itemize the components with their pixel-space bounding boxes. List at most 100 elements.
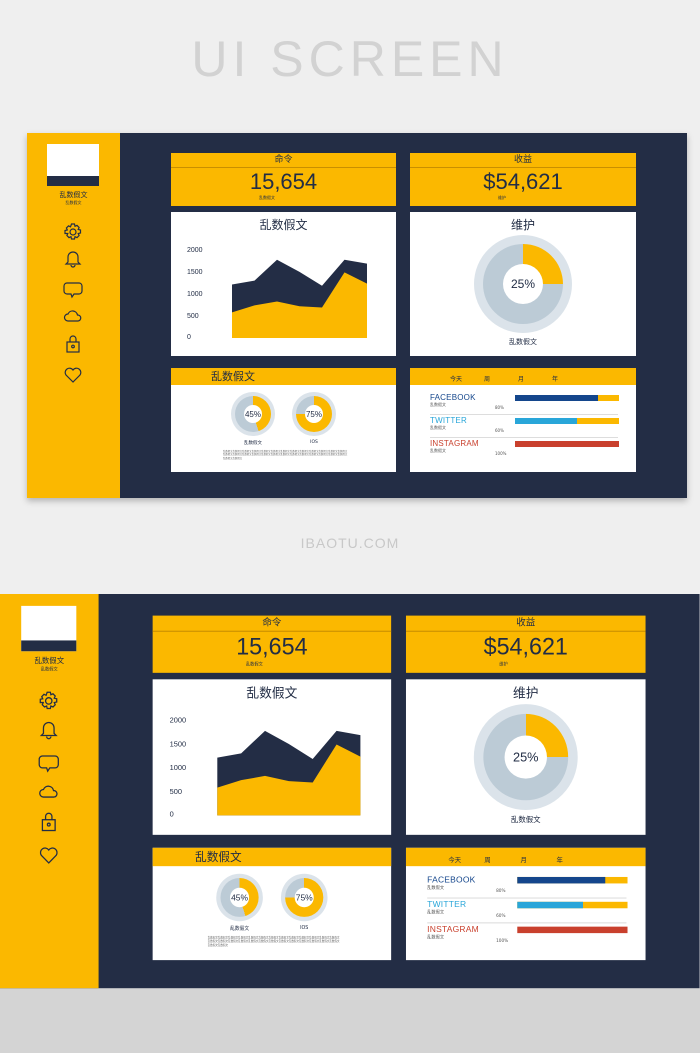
area-chart-card: 乱数假文 2000 1500 1000 500 0: [171, 212, 396, 356]
social-sub: 乱数假文: [430, 402, 446, 407]
stat-label: 收益: [410, 153, 636, 168]
tab-today[interactable]: 今天: [448, 851, 461, 869]
tab-today[interactable]: 今天: [450, 371, 462, 388]
donut-chart: 45%: [231, 392, 275, 436]
dashboard-mockup: 乱数假文 乱数假文 命令 15,654 乱数假文 收益 $54,621 维护 乱…: [27, 133, 687, 498]
chart-title: 维护: [513, 685, 539, 701]
tab-week[interactable]: 周: [484, 851, 490, 869]
social-sub: 乱数假文: [427, 909, 445, 915]
tab-week[interactable]: 周: [484, 371, 490, 388]
cloud-icon[interactable]: [38, 781, 59, 803]
progress-bar: [515, 441, 619, 447]
social-row-instagram: INSTAGRAM 乱数假文 100%: [427, 924, 628, 948]
logo: [47, 144, 99, 186]
area-chart-card: 乱数假文 2000 1500 1000 500 0: [152, 679, 392, 835]
donut-caption: 乱数假文: [244, 441, 262, 446]
stat-card-orders[interactable]: 命令 15,654 乱数假文: [152, 615, 392, 673]
progress-bar: [517, 926, 628, 934]
logo: [21, 605, 77, 652]
stat-sub: 维护: [499, 660, 508, 667]
social-sub: 乱数假文: [427, 934, 445, 940]
donut-chart: 45%: [216, 873, 263, 922]
donut-label: 75%: [305, 405, 323, 423]
social-row-facebook: FACEBOOK 乱数假文 80%: [430, 393, 619, 415]
donut-caption: IOS: [310, 440, 318, 445]
period-tabs: 今天 周 月 年: [410, 368, 636, 385]
social-sub: 乱数假文: [430, 448, 446, 453]
tab-year[interactable]: 年: [557, 851, 563, 869]
area-chart: [232, 259, 367, 338]
donut-label: 45%: [230, 887, 250, 908]
progress-bar: [517, 876, 628, 884]
donuts-card: 乱数假文 45% 75% 乱数假文 IOS 乱数假文乱数假文乱数假文乱数假文乱数…: [152, 847, 392, 961]
tab-month[interactable]: 月: [518, 371, 524, 388]
sidebar-subtitle: 乱数假文: [65, 200, 82, 205]
social-pct: 80%: [496, 887, 506, 894]
sidebar: 乱数假文 乱数假文: [27, 133, 120, 498]
stat-value: $54,621: [483, 632, 568, 660]
donut-label: 25%: [503, 264, 543, 304]
stat-sub: 维护: [498, 195, 506, 200]
card-title: 乱数假文: [152, 847, 392, 867]
period-tabs: 今天 周 月 年: [405, 847, 646, 869]
gear-icon[interactable]: [63, 222, 83, 242]
maintenance-card: 维护 25% 乱数假文: [405, 679, 646, 835]
social-card: 今天 周 月 年 FACEBOOK 乱数假文 80% TWITTER 乱数假文 …: [410, 368, 636, 472]
stat-card-revenue[interactable]: 收益 $54,621 维护: [410, 153, 636, 206]
tab-year[interactable]: 年: [552, 371, 558, 388]
chat-icon[interactable]: [38, 753, 59, 775]
social-pct: 60%: [495, 428, 504, 433]
social-sub: 乱数假文: [430, 425, 446, 430]
social-row-instagram: INSTAGRAM 乱数假文 100%: [430, 439, 619, 461]
maintenance-donut: 25%: [474, 235, 572, 333]
donut-chart: 75%: [280, 873, 328, 922]
heart-icon[interactable]: [38, 845, 59, 867]
lock-icon[interactable]: [63, 334, 83, 354]
sidebar-title: 乱数假文: [34, 656, 65, 666]
maintenance-donut: 25%: [473, 704, 578, 810]
donut-chart: 75%: [292, 392, 336, 436]
lock-icon[interactable]: [38, 811, 59, 833]
social-pct: 60%: [496, 912, 506, 918]
progress-bar: [515, 418, 619, 424]
body-text: 乱数假文乱数假文乱数假文乱数假文乱数假文乱数假文乱数假文乱数假文乱数假文乱数假文…: [223, 450, 348, 460]
social-row-facebook: FACEBOOK 乱数假文 80%: [427, 875, 628, 899]
card-title: 乱数假文: [171, 368, 396, 385]
stat-value: $54,621: [483, 169, 563, 194]
heart-icon[interactable]: [63, 365, 83, 385]
sidebar: 乱数假文 乱数假文: [0, 594, 99, 989]
donut-caption: 乱数假文: [509, 338, 537, 346]
tab-month[interactable]: 月: [520, 851, 526, 869]
sidebar-title: 乱数假文: [59, 191, 88, 199]
donut-caption: IOS: [300, 925, 309, 931]
donut-label: 25%: [504, 735, 547, 779]
donut-caption: 乱数假文: [510, 815, 541, 825]
stat-sub: 乱数假文: [245, 660, 263, 667]
stat-value: 15,654: [236, 632, 308, 660]
chart-title: 维护: [510, 218, 535, 232]
dashboard-mockup-large: 乱数假文 乱数假文 命令 15,654 乱数假文 收益 $54,621 维护 乱…: [0, 594, 700, 989]
body-text: 乱数假文乱数假文乱数假文乱数假文乱数假文乱数假文乱数假文乱数假文乱数假文乱数假文…: [207, 936, 340, 947]
donut-caption: 乱数假文: [230, 926, 250, 933]
bell-icon[interactable]: [38, 718, 59, 740]
social-sub: 乱数假文: [427, 884, 445, 890]
social-card: 今天 周 月 年 FACEBOOK 乱数假文 80% TWITTER 乱数假文 …: [405, 847, 646, 961]
stat-label: 命令: [152, 616, 392, 632]
social-pct: 80%: [495, 405, 504, 410]
social-row-twitter: TWITTER 乱数假文 60%: [427, 900, 628, 924]
stat-card-orders[interactable]: 命令 15,654 乱数假文: [171, 153, 396, 206]
social-row-twitter: TWITTER 乱数假文 60%: [430, 416, 619, 438]
cloud-icon[interactable]: [63, 306, 83, 326]
donut-label: 45%: [244, 405, 262, 423]
stat-card-revenue[interactable]: 收益 $54,621 维护: [405, 615, 646, 673]
social-pct: 100%: [495, 451, 507, 456]
stat-label: 命令: [171, 153, 396, 168]
page-title: UI SCREEN: [191, 31, 509, 87]
gear-icon[interactable]: [38, 690, 59, 712]
chat-icon[interactable]: [63, 280, 83, 300]
progress-bar: [517, 901, 628, 909]
stat-value: 15,654: [249, 169, 318, 194]
donuts-card: 乱数假文 45% 75% 乱数假文 IOS 乱数假文乱数假文乱数假文乱数假文乱数…: [171, 368, 396, 472]
bell-icon[interactable]: [63, 248, 83, 268]
bottom-band: [0, 988, 700, 1053]
